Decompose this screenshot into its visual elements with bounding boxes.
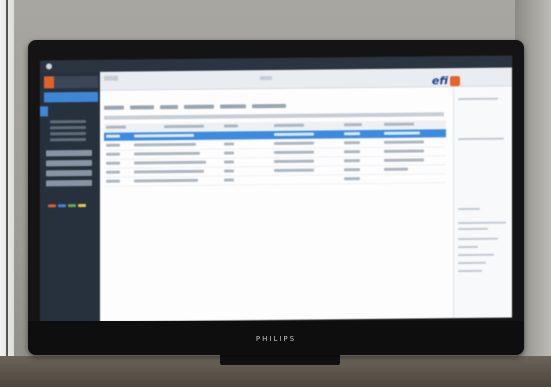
efi-logo: efi <box>431 74 448 88</box>
table-cell <box>106 161 120 165</box>
table-cell <box>134 151 200 156</box>
sidebar-group-label <box>46 169 92 177</box>
toolbar-button[interactable] <box>130 105 154 110</box>
toolbar <box>104 103 404 112</box>
main-content: efi <box>100 67 512 322</box>
table-cell <box>224 151 234 155</box>
table-cell <box>134 133 194 138</box>
status-indicator <box>68 204 76 208</box>
column-header[interactable] <box>274 123 304 128</box>
table-cell <box>134 169 204 174</box>
table-cell <box>384 158 424 162</box>
table-cell <box>344 132 360 136</box>
sidebar-item[interactable] <box>50 131 86 136</box>
status-indicators <box>48 192 88 208</box>
panel-text <box>458 207 480 211</box>
column-header[interactable] <box>224 124 238 128</box>
table-cell <box>106 143 120 147</box>
table-cell <box>384 149 424 153</box>
panel-text <box>458 253 494 257</box>
status-indicator <box>78 203 86 208</box>
status-indicator <box>58 204 66 208</box>
table-cell <box>134 178 198 183</box>
toolbar-button[interactable] <box>220 104 246 109</box>
monitor-bezel: PHILIPS <box>28 321 524 355</box>
panel-text <box>458 221 506 225</box>
panel-text <box>458 269 482 273</box>
app-logo-icon <box>46 63 52 70</box>
sidebar-item[interactable] <box>50 119 86 124</box>
sidebar-item[interactable] <box>50 125 86 130</box>
table-cell <box>344 177 360 181</box>
column-header[interactable] <box>106 125 126 129</box>
table-cell <box>274 141 314 146</box>
header-tab[interactable] <box>104 75 118 81</box>
table-cell <box>344 150 360 154</box>
table-cell <box>134 160 206 165</box>
brand-label: PHILIPS <box>255 335 297 343</box>
status-indicator <box>48 204 56 208</box>
app-brand-icon <box>450 76 460 87</box>
table-cell <box>134 142 196 147</box>
table-cell <box>224 178 234 182</box>
panel-text <box>458 245 478 249</box>
toolbar-button[interactable] <box>104 105 124 110</box>
sidebar-item[interactable] <box>50 137 86 142</box>
table-cell <box>344 141 360 145</box>
sidebar-group-label <box>46 159 92 167</box>
column-header[interactable] <box>164 124 204 129</box>
table-cell <box>274 168 314 173</box>
door-frame <box>0 0 14 387</box>
panel-text <box>458 137 504 141</box>
table-cell <box>224 142 234 146</box>
table-cell <box>274 150 314 155</box>
header-field <box>260 76 272 81</box>
column-header[interactable] <box>344 123 362 127</box>
table-cell <box>106 134 120 138</box>
table-cell <box>344 168 360 172</box>
app-badge-icon <box>44 76 54 89</box>
toolbar-button[interactable] <box>160 105 178 110</box>
details-panel <box>453 87 512 319</box>
column-header[interactable] <box>384 122 414 126</box>
panel-text <box>458 227 488 231</box>
sidebar-group-label <box>46 149 92 157</box>
table-cell <box>106 179 120 183</box>
table-cell <box>224 160 234 164</box>
panel-text <box>458 261 486 265</box>
table-cell <box>274 159 314 164</box>
filter-bar[interactable] <box>104 112 444 120</box>
panel-text <box>458 97 498 101</box>
sidebar <box>40 71 100 323</box>
sidebar-group-label <box>46 179 92 187</box>
table-cell <box>384 140 424 144</box>
table-cell <box>106 152 120 156</box>
table-cell <box>224 169 234 173</box>
toolbar-button[interactable] <box>252 103 286 109</box>
job-table <box>104 120 446 187</box>
sidebar-app-header[interactable] <box>44 75 98 89</box>
table-cell <box>344 159 360 163</box>
sidebar-item-active[interactable] <box>44 91 98 103</box>
table-cell <box>274 132 314 137</box>
sidebar-section-marker <box>40 106 48 117</box>
table-cell <box>384 167 408 171</box>
monitor-screen: efi <box>40 55 512 323</box>
toolbar-button[interactable] <box>184 104 214 109</box>
table-cell <box>106 170 120 174</box>
panel-text <box>458 237 498 241</box>
table-cell <box>384 131 420 135</box>
monitor: efi PHILIPS <box>28 40 524 355</box>
content-header: efi <box>100 67 512 91</box>
